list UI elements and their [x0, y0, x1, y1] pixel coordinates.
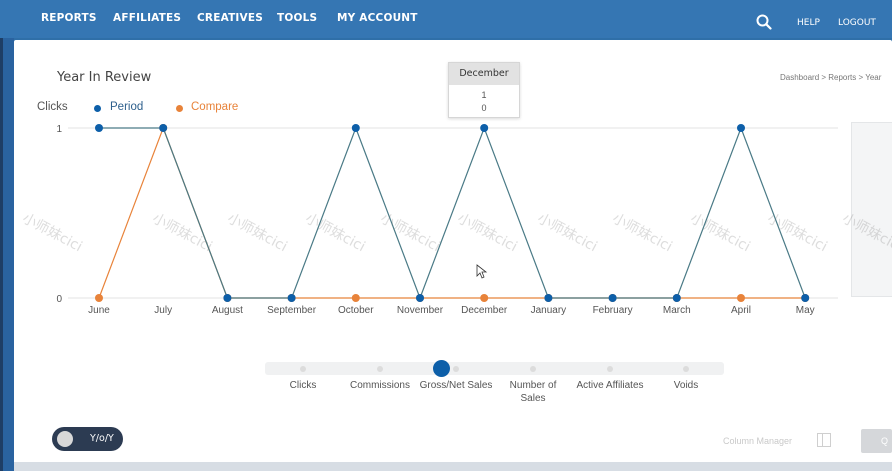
x-tick-label: May	[796, 305, 815, 316]
data-point-period	[737, 124, 745, 132]
data-point-period	[287, 294, 296, 302]
tooltip-period-value: 1	[481, 90, 487, 100]
metric-number-of-sales[interactable]: Number of Sales	[500, 379, 566, 405]
data-point-period	[544, 294, 553, 302]
y-tick-label: 0	[56, 294, 62, 305]
metric-gross-net-sales[interactable]: Gross/Net Sales	[416, 379, 496, 392]
data-point-period	[351, 124, 360, 132]
toggle-knob	[57, 431, 73, 447]
data-point-compare	[737, 294, 745, 302]
tooltip-compare-value: 0	[481, 103, 487, 113]
data-point-period	[416, 294, 424, 302]
metric-slider-track[interactable]	[265, 362, 724, 375]
yoy-toggle[interactable]: Y/o/Y	[52, 427, 123, 451]
tooltip-month: December	[449, 63, 519, 85]
slider-stop-number-of-sales[interactable]	[530, 366, 536, 372]
data-point-period	[223, 294, 232, 302]
columns-icon[interactable]	[817, 433, 831, 447]
slider-stop-gross-net-sales[interactable]	[453, 366, 459, 372]
x-tick-label: April	[731, 305, 751, 316]
x-tick-label: August	[212, 305, 243, 316]
x-tick-label: October	[338, 305, 374, 316]
metric-commissions[interactable]: Commissions	[343, 379, 417, 392]
year-in-review-chart: 0 1 June July August September October November…	[56, 124, 838, 316]
data-point-period	[608, 294, 617, 302]
x-tick-label: March	[663, 305, 691, 316]
data-point-period	[95, 124, 103, 132]
x-tick-label: February	[593, 305, 633, 316]
data-point-period	[159, 124, 168, 132]
data-point-compare	[480, 294, 489, 302]
data-point-compare	[351, 294, 360, 302]
data-point-compare	[95, 294, 103, 302]
x-tick-label: January	[531, 305, 567, 316]
side-panel	[851, 122, 892, 297]
metric-slider-knob[interactable]	[433, 360, 450, 377]
x-tick-label: December	[461, 305, 508, 316]
metric-voids[interactable]: Voids	[660, 379, 712, 392]
toggle-label: Y/o/Y	[90, 433, 114, 444]
x-tick-label: July	[154, 305, 172, 316]
chart-tooltip: December 1 0	[448, 62, 520, 118]
action-button[interactable]: Q	[861, 429, 892, 453]
slider-stop-active-affiliates[interactable]	[607, 366, 613, 372]
mouse-cursor-icon	[476, 264, 488, 279]
x-tick-label: June	[88, 305, 110, 316]
data-point-period	[480, 124, 489, 132]
data-point-period	[801, 294, 810, 302]
x-tick-label: November	[397, 305, 444, 316]
y-tick-label: 1	[56, 124, 62, 135]
metric-active-affiliates[interactable]: Active Affiliates	[570, 379, 650, 392]
column-manager-link[interactable]: Column Manager	[723, 436, 792, 446]
slider-stop-voids[interactable]	[683, 366, 689, 372]
slider-stop-commissions[interactable]	[377, 366, 383, 372]
x-tick-label: September	[267, 305, 317, 316]
data-point-period	[672, 294, 681, 302]
metric-clicks[interactable]: Clicks	[273, 379, 333, 392]
slider-stop-clicks[interactable]	[300, 366, 306, 372]
